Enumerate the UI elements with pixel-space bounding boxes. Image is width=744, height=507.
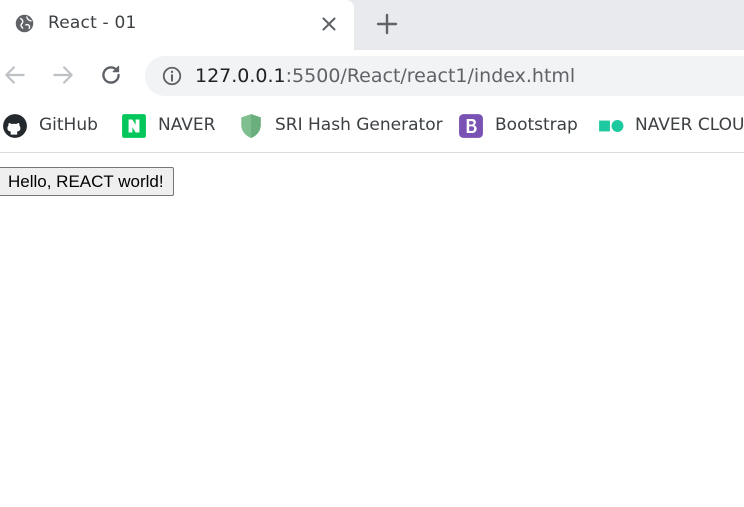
url-host: 127.0.0.1	[195, 65, 286, 87]
url-path: :5500/React/react1/index.html	[285, 65, 576, 87]
address-bar[interactable]: 127.0.0.1:5500/React/react1/index.html	[145, 56, 744, 96]
tab-react-01[interactable]: React - 01	[0, 0, 354, 50]
new-tab-plus-icon[interactable]	[375, 12, 399, 36]
shield-icon	[241, 114, 261, 138]
tab-strip: React - 01	[0, 0, 744, 50]
close-icon[interactable]	[318, 13, 340, 35]
hello-react-button[interactable]: Hello, REACT world!	[0, 167, 174, 196]
forward-arrow-icon[interactable]	[50, 62, 76, 88]
info-icon[interactable]	[161, 65, 183, 87]
bookmark-label: SRI Hash Generator	[275, 115, 443, 135]
tab-title: React - 01	[48, 13, 137, 33]
url-text: 127.0.0.1:5500/React/react1/index.html	[195, 65, 575, 87]
bookmark-label: GitHub	[39, 115, 98, 135]
page-content: Hello, REACT world!	[0, 153, 744, 507]
github-icon	[3, 114, 27, 138]
naver-icon	[122, 114, 146, 138]
back-arrow-icon[interactable]	[2, 62, 28, 88]
bookmark-label: Bootstrap	[495, 115, 578, 135]
naver-cloud-icon	[599, 120, 624, 132]
bookmark-label: NAVER	[158, 115, 216, 135]
browser-toolbar: 127.0.0.1:5500/React/react1/index.html	[0, 50, 744, 102]
bootstrap-icon	[459, 114, 483, 138]
bookmark-label: NAVER CLOU	[635, 115, 744, 135]
reload-icon[interactable]	[98, 62, 124, 88]
bookmarks-bar: GitHub NAVER SRI Hash Generator Bootstra…	[0, 102, 744, 153]
globe-icon	[15, 14, 34, 33]
